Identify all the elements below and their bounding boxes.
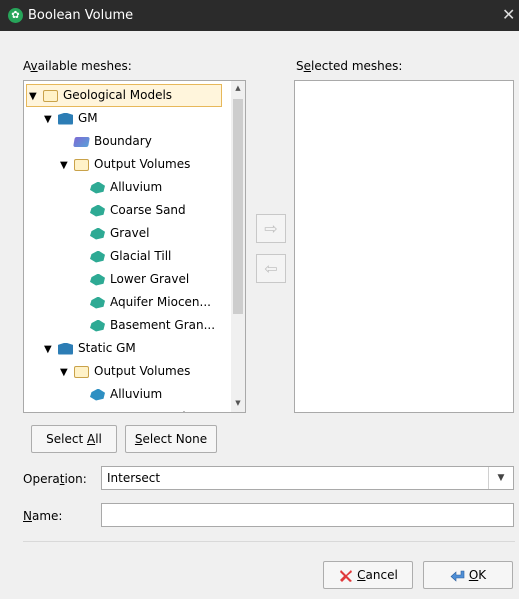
tree-item-label: Glacial Till xyxy=(110,249,172,263)
divider xyxy=(23,541,515,542)
select-none-button[interactable]: Select None xyxy=(125,425,217,453)
operation-label: Operation: xyxy=(23,472,87,486)
tree-item-label: Basement Gran... xyxy=(110,318,216,332)
tree-item[interactable]: Coarse Sand xyxy=(76,199,186,222)
volume-icon xyxy=(90,204,105,217)
ok-icon xyxy=(450,570,465,582)
tree-item[interactable]: ▼ GM xyxy=(44,107,98,130)
tree-item[interactable]: Gravel xyxy=(76,222,149,245)
tree-item[interactable]: Basement Gran... xyxy=(76,314,215,337)
tree-item-label: Aquifer Miocen... xyxy=(110,295,211,309)
volume-icon xyxy=(90,273,105,286)
expand-toggle-icon[interactable]: ▼ xyxy=(60,154,74,177)
operation-select[interactable]: Intersect ▼ xyxy=(101,466,514,490)
tree-item[interactable]: Aquifer Miocen... xyxy=(76,291,211,314)
tree-item-label: Alluvium xyxy=(110,180,163,194)
cancel-button[interactable]: Cancel xyxy=(323,561,413,589)
tree-item-label: Boundary xyxy=(94,134,152,148)
volume-icon xyxy=(90,227,105,240)
available-meshes-label: Available meshes: xyxy=(23,59,132,73)
tree-item[interactable]: Coarse Sand xyxy=(76,406,186,412)
volume-icon xyxy=(90,411,105,412)
scroll-thumb[interactable] xyxy=(233,99,243,314)
name-input[interactable] xyxy=(101,503,514,527)
tree-item-label: Coarse Sand xyxy=(110,410,186,412)
operation-value: Intersect xyxy=(107,471,161,485)
geological-model-icon xyxy=(58,112,73,125)
scroll-down-icon[interactable]: ▼ xyxy=(233,399,243,407)
tree-item[interactable]: ▼ Output Volumes xyxy=(60,153,190,176)
folder-icon xyxy=(43,89,58,102)
remove-from-selected-button[interactable]: ⇦ xyxy=(256,254,286,283)
tree-item[interactable]: Alluvium xyxy=(76,176,162,199)
selected-meshes-list[interactable] xyxy=(294,80,514,413)
ok-button[interactable]: OK xyxy=(423,561,513,589)
tree-item-label: Output Volumes xyxy=(94,364,191,378)
folder-icon xyxy=(74,158,89,171)
volume-icon xyxy=(90,388,105,401)
chevron-down-icon[interactable]: ▼ xyxy=(488,467,513,489)
volume-icon xyxy=(90,296,105,309)
expand-toggle-icon[interactable]: ▼ xyxy=(60,361,74,384)
geological-model-icon xyxy=(58,342,73,355)
tree-item[interactable]: Boundary xyxy=(60,130,152,153)
add-to-selected-button[interactable]: ⇨ xyxy=(256,214,286,243)
boundary-icon xyxy=(73,136,90,147)
right-arrow-icon: ⇨ xyxy=(264,219,278,238)
scroll-up-icon[interactable]: ▲ xyxy=(233,84,243,92)
cancel-icon xyxy=(340,569,353,582)
tree-item-label: Static GM xyxy=(78,341,136,355)
tree-scrollbar[interactable]: ▲ ▼ xyxy=(231,81,245,412)
name-label: Name: xyxy=(23,509,63,523)
tree-item-label: Output Volumes xyxy=(94,157,191,171)
volume-icon xyxy=(90,319,105,332)
title-bar: ✿ Boolean Volume ✕ xyxy=(0,0,519,31)
left-arrow-icon: ⇦ xyxy=(264,259,278,278)
tree-item-label: Lower Gravel xyxy=(110,272,190,286)
tree-item[interactable]: Glacial Till xyxy=(76,245,171,268)
volume-icon xyxy=(90,181,105,194)
tree-item-label: Gravel xyxy=(110,226,150,240)
tree-item[interactable]: ▼ Output Volumes xyxy=(60,360,190,383)
tree-item-label: Geological Models xyxy=(63,88,173,102)
available-meshes-tree[interactable]: ▼ Geological Models ▼ GM Boundary ▼ Output Vol… xyxy=(23,80,246,413)
close-icon[interactable]: ✕ xyxy=(502,5,515,24)
app-icon: ✿ xyxy=(8,8,23,23)
window-title: Boolean Volume xyxy=(28,8,134,23)
tree-item[interactable]: Lower Gravel xyxy=(76,268,189,291)
tree-item-label: GM xyxy=(78,111,98,125)
tree-item[interactable]: Alluvium xyxy=(76,383,162,406)
tree-item-label: Coarse Sand xyxy=(110,203,186,217)
expand-toggle-icon[interactable]: ▼ xyxy=(44,108,58,131)
expand-toggle-icon[interactable]: ▼ xyxy=(29,86,43,107)
folder-icon xyxy=(74,365,89,378)
select-all-button[interactable]: Select All xyxy=(31,425,117,453)
selected-meshes-label: Selected meshes: xyxy=(296,59,403,73)
volume-icon xyxy=(90,250,105,263)
tree-item[interactable]: ▼ Geological Models xyxy=(26,84,222,107)
expand-toggle-icon[interactable]: ▼ xyxy=(44,338,58,361)
tree-item[interactable]: ▼ Static GM xyxy=(44,337,136,360)
tree-item-label: Alluvium xyxy=(110,387,163,401)
